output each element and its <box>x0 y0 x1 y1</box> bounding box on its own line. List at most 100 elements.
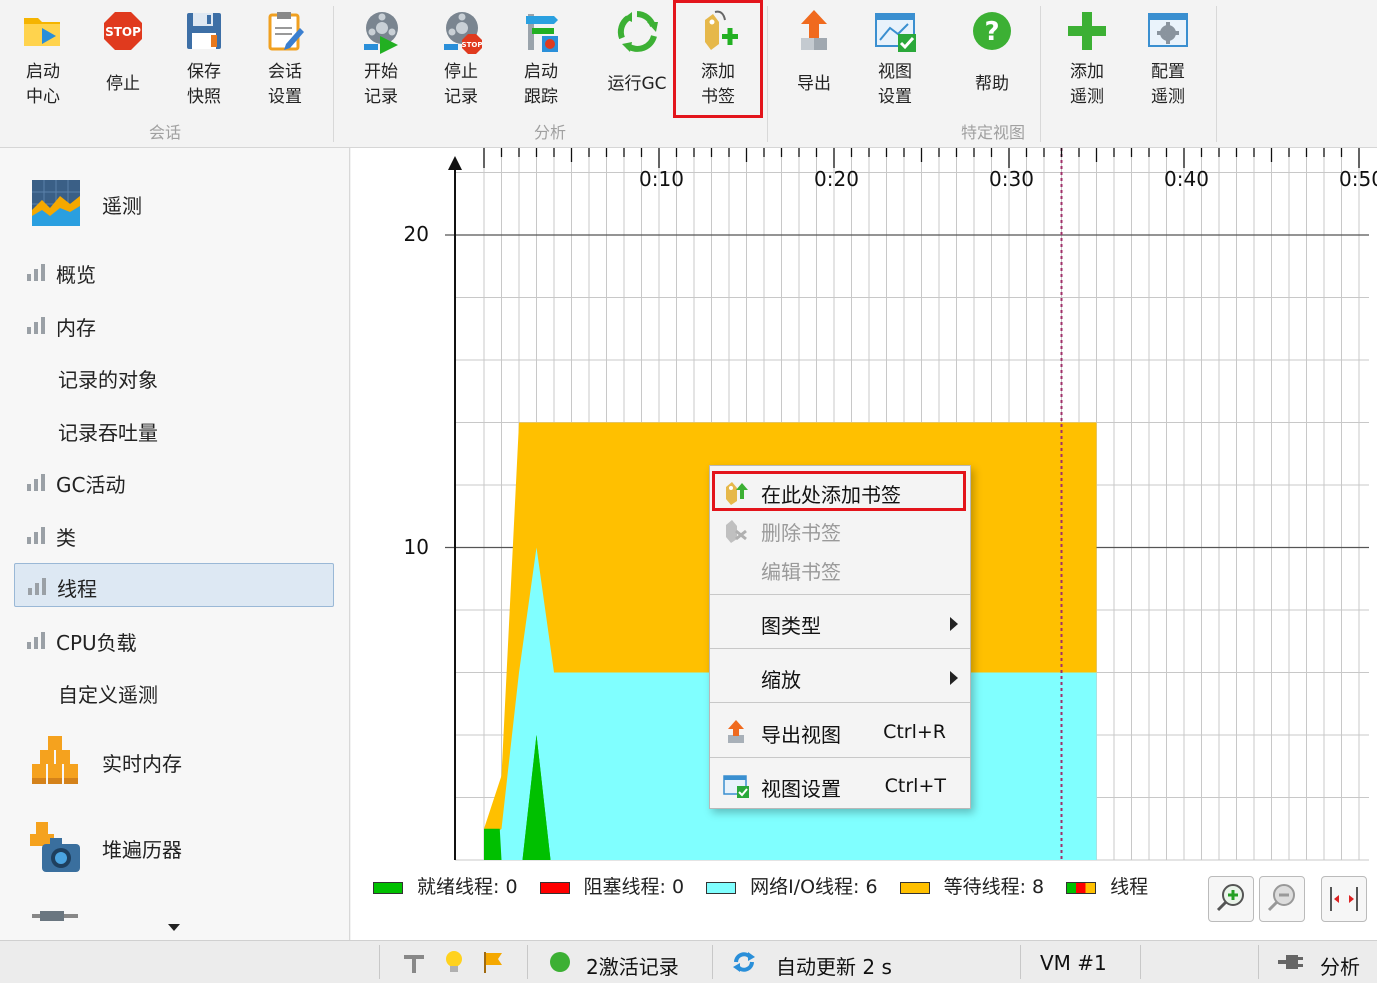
menu-item-export-view[interactable]: 导出视图 Ctrl+R <box>710 712 970 750</box>
sidebar-heap-walker[interactable]: 堆遍历器 <box>26 820 336 876</box>
run-gc-label: 运行GC <box>607 74 667 94</box>
sidebar-item-label: 记录吞吐量 <box>58 421 158 445</box>
svg-text:STOP: STOP <box>462 41 483 49</box>
toolbar: 启动 中心 STOP 停止 保存 快照 会话 设置 开始 记录 STOP 停止 … <box>0 0 1377 148</box>
fit-width-button[interactable] <box>1321 876 1367 922</box>
menu-item-chart-type[interactable]: 图类型 <box>710 603 970 641</box>
sidebar-item-label: CPU负载 <box>56 631 137 655</box>
live-memory-label: 实时内存 <box>102 752 182 776</box>
session-settings-button[interactable]: 会话 设置 <box>248 6 322 116</box>
menu-item-label: 删除书签 <box>761 521 841 545</box>
view-settings-icon <box>872 8 918 54</box>
add-telemetry-icon <box>1064 8 1110 54</box>
menu-item-zoom[interactable]: 缩放 <box>710 657 970 695</box>
active-recordings-text[interactable]: 2激活记录 <box>586 951 679 980</box>
legend-label: 阻塞线程: 0 <box>583 876 685 898</box>
run-gc-button[interactable]: 运行GC <box>600 6 674 116</box>
sidebar-item-label: GC活动 <box>56 473 126 497</box>
stop-icon: STOP <box>100 8 146 54</box>
view-settings-button[interactable]: 视图 设置 <box>858 6 932 116</box>
group-label-session: 会话 <box>148 123 181 142</box>
status-separator <box>1258 945 1259 979</box>
stop-recording-icon: STOP <box>438 8 484 54</box>
menu-item-edit-bookmark[interactable]: 编辑书签 <box>710 549 970 587</box>
svg-text:STOP: STOP <box>105 25 141 39</box>
menu-item-remove-bookmark[interactable]: 删除书签 <box>710 510 970 548</box>
mode-text: 分析 <box>1320 955 1360 979</box>
sidebar-item-label: 线程 <box>57 577 97 601</box>
configure-telemetry-icon <box>1145 8 1191 54</box>
help-button[interactable]: ? 帮助 <box>955 6 1029 116</box>
save-snapshot-button[interactable]: 保存 快照 <box>167 6 241 116</box>
lightbulb-icon[interactable] <box>440 949 468 975</box>
submenu-arrow-icon <box>950 617 958 631</box>
context-menu: 在此处添加书签 删除书签 编辑书签 图类型 缩放 导出视图 Ctrl+R 视图设… <box>709 465 971 809</box>
recording-status-icon <box>546 949 574 975</box>
vm-text: VM #1 <box>1040 951 1107 975</box>
sidebar-live-memory[interactable]: 实时内存 <box>26 734 336 790</box>
start-recording-label: 开始 记录 <box>364 62 398 107</box>
sidebar-item-label: 内存 <box>56 316 96 340</box>
menu-item-view-settings[interactable]: 视图设置 Ctrl+T <box>710 766 970 804</box>
zoom-out-button[interactable] <box>1259 876 1305 922</box>
stop-recording-button[interactable]: STOP 停止 记录 <box>424 6 498 116</box>
menu-separator <box>710 648 970 649</box>
group-label-analysis: 分析 <box>533 123 566 142</box>
sidebar-item-cpu-load[interactable]: CPU负载 <box>14 618 334 662</box>
refresh-icon[interactable] <box>730 949 758 975</box>
sidebar-telemetry-header[interactable]: 遥测 <box>26 176 336 232</box>
legend-label: 等待线程: 8 <box>943 876 1045 898</box>
plug-icon <box>1276 949 1304 975</box>
svg-text:?: ? <box>984 17 999 47</box>
sidebar-item-custom-telemetry[interactable]: 自定义遥测 <box>14 670 334 714</box>
add-bookmark-here-highlight <box>712 471 966 511</box>
configure-telemetry-button[interactable]: 配置 遥测 <box>1131 6 1205 116</box>
status-separator <box>1140 945 1141 979</box>
menu-item-label: 缩放 <box>761 668 801 692</box>
auto-update-text[interactable]: 自动更新 2 s <box>776 951 892 980</box>
start-recording-button[interactable]: 开始 记录 <box>344 6 418 116</box>
stop-recording-label: 停止 记录 <box>444 62 478 107</box>
scroll-down-arrow-icon[interactable] <box>168 924 180 931</box>
start-center-icon <box>20 8 66 54</box>
x-tick-label: 0:40 <box>1164 167 1209 191</box>
sidebar-item-threads[interactable]: 线程 <box>14 563 334 607</box>
group-label-view-specific: 特定视图 <box>960 123 1025 142</box>
x-tick-label: 0:10 <box>639 167 684 191</box>
start-recording-icon <box>358 8 404 54</box>
legend-swatch <box>706 881 737 894</box>
y-axis-arrow <box>448 156 462 170</box>
menu-item-shortcut: Ctrl+T <box>884 775 946 797</box>
x-tick-label: 0:30 <box>989 167 1034 191</box>
start-tracking-button[interactable]: 启动 跟踪 <box>504 6 578 116</box>
bar-chart-icon <box>26 473 46 491</box>
add-bookmark-highlight <box>673 0 763 118</box>
y-tick-label: 20 <box>403 222 429 246</box>
sidebar-item-classes[interactable]: 类 <box>14 513 334 557</box>
chart-legend: 就绪线程: 0 阻塞线程: 0 网络I/O线程: 6 等待线程: 8 线程 <box>373 872 1193 902</box>
live-memory-icon <box>26 734 84 790</box>
flag-icon[interactable] <box>478 949 506 975</box>
view-settings-label: 视图 设置 <box>878 62 912 107</box>
sidebar-item-memory[interactable]: 内存 <box>14 303 334 347</box>
help-icon: ? <box>969 8 1015 54</box>
x-tick-label: 0:20 <box>814 167 859 191</box>
export-button[interactable]: 导出 <box>777 6 851 116</box>
sidebar-item-overview[interactable]: 概览 <box>14 250 334 294</box>
submenu-arrow-icon <box>950 671 958 685</box>
pin-icon[interactable] <box>400 949 428 975</box>
stop-button[interactable]: STOP 停止 <box>86 6 160 116</box>
zoom-in-button[interactable] <box>1208 876 1254 922</box>
sidebar-item-gc-activity[interactable]: GC活动 <box>14 460 334 504</box>
start-center-button[interactable]: 启动 中心 <box>6 6 80 116</box>
legend-item: 阻塞线程: 0 <box>539 872 685 899</box>
x-tick-label: 0:50 <box>1339 167 1377 191</box>
remove-bookmark-icon <box>722 517 750 543</box>
sidebar-item-recording-throughput[interactable]: 记录吞吐量 <box>14 408 334 452</box>
add-telemetry-button[interactable]: 添加 遥测 <box>1050 6 1124 116</box>
toolbar-separator <box>333 6 334 142</box>
bar-chart-icon <box>27 577 47 595</box>
sidebar-item-label: 自定义遥测 <box>58 683 158 707</box>
start-center-label: 启动 中心 <box>26 62 60 107</box>
sidebar-item-recorded-objects[interactable]: 记录的对象 <box>14 355 334 399</box>
